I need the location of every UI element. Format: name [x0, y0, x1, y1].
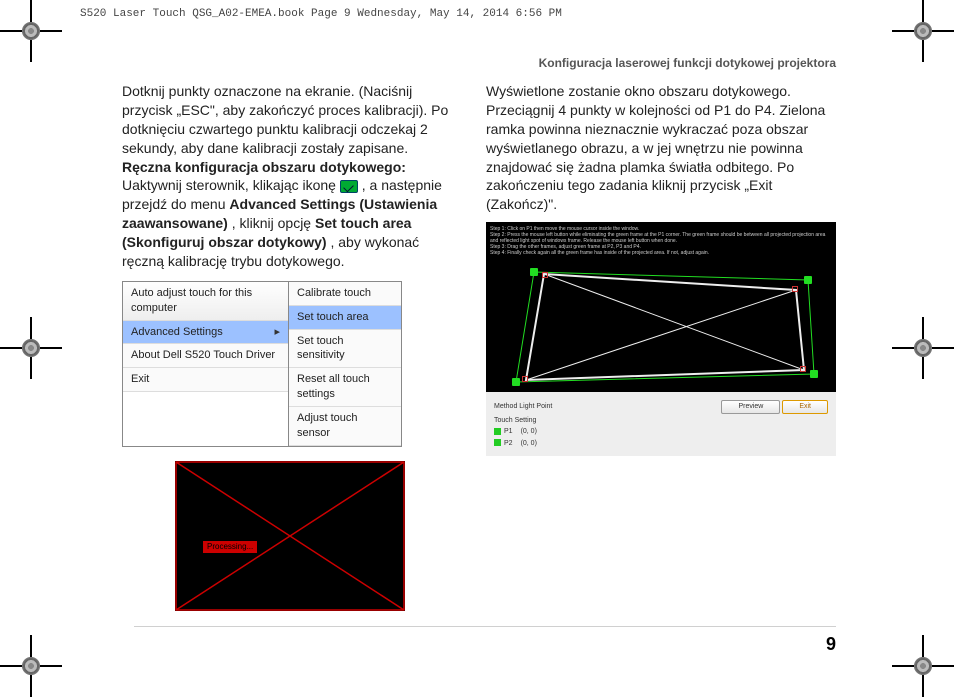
- calib-point-icon: [512, 378, 520, 386]
- page-number: 9: [826, 634, 836, 655]
- context-menu-screenshot: Auto adjust touch for this computer Adva…: [122, 281, 402, 447]
- processing-label: Processing...: [203, 541, 257, 554]
- square-icon: [494, 428, 501, 435]
- menu-item: About Dell S520 Touch Driver: [123, 344, 288, 368]
- menu-item: Auto adjust touch for this computer: [123, 282, 288, 321]
- calib-point-icon: [530, 268, 538, 276]
- running-head: Konfiguracja laserowej funkcji dotykowej…: [539, 56, 836, 70]
- right-column: Wyświetlone zostanie okno obszaru dotyko…: [486, 82, 836, 611]
- crop-mark-icon: [906, 14, 940, 48]
- panel-section: Touch Setting: [494, 416, 536, 425]
- submenu-item: Calibrate touch: [289, 282, 401, 306]
- crop-mark-icon: [14, 649, 48, 683]
- para: Wyświetlone zostanie okno obszaru dotyko…: [486, 82, 836, 101]
- submenu-item: Adjust touch sensor: [289, 407, 401, 446]
- exit-button: Exit: [782, 400, 828, 413]
- calib-corner-icon: [792, 286, 798, 292]
- crop-mark-icon: [906, 649, 940, 683]
- submenu-item: Reset all touch settings: [289, 368, 401, 407]
- panel-title: Method Light Point: [494, 402, 552, 411]
- para: Dotknij punkty oznaczone na ekranie. (Na…: [122, 82, 458, 158]
- point-value: (0, 0): [521, 427, 537, 436]
- page-rule: [134, 626, 836, 627]
- calib-corner-icon: [800, 366, 806, 372]
- preview-button: Preview: [721, 400, 780, 413]
- book-meta: S520 Laser Touch QSG_A02-EMEA.book Page …: [80, 8, 562, 20]
- left-column: Dotknij punkty oznaczone na ekranie. (Na…: [122, 82, 458, 611]
- point-label: P2: [504, 440, 513, 447]
- calib-corner-icon: [522, 376, 528, 382]
- calibration-panel: Method Light Point Preview Exit Touch Se…: [486, 392, 836, 456]
- para-fragment: Uaktywnij sterownik, klikając ikonę: [122, 177, 340, 193]
- touch-area-screenshot: Step 1: Click on P1 then move the mouse …: [486, 222, 836, 456]
- crop-mark-icon: [906, 331, 940, 365]
- calib-corner-icon: [542, 272, 548, 278]
- point-value: (0, 0): [521, 439, 537, 448]
- crop-mark-icon: [14, 331, 48, 365]
- para-fragment: , kliknij opcję: [232, 215, 315, 231]
- menu-item-selected: Advanced Settings: [123, 321, 288, 345]
- square-icon: [494, 439, 501, 446]
- calib-point-icon: [810, 370, 818, 378]
- para: Przeciągnij 4 punkty w kolejności od P1 …: [486, 101, 836, 214]
- point-label: P1: [504, 428, 513, 435]
- calib-point-icon: [804, 276, 812, 284]
- menu-item: Exit: [123, 368, 288, 392]
- submenu-item: Set touch sensitivity: [289, 330, 401, 369]
- tray-driver-icon: [340, 180, 358, 193]
- crop-mark-icon: [14, 14, 48, 48]
- submenu-item-selected: Set touch area: [289, 306, 401, 330]
- heading-inline: Ręczna konfiguracja obszaru dotykowego:: [122, 159, 406, 175]
- processing-screenshot: Processing...: [175, 461, 405, 611]
